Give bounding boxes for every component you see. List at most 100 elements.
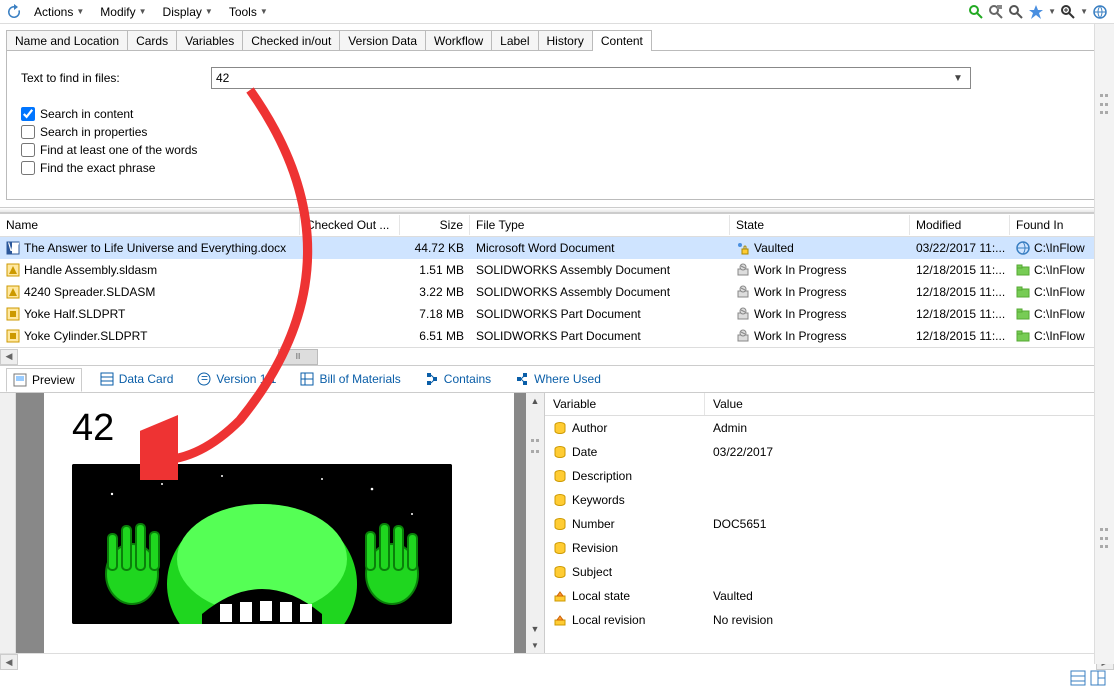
tab-preview[interactable]: Preview: [6, 368, 82, 392]
properties-panel: Variable Value AuthorAdminDate03/22/2017…: [545, 393, 1114, 653]
search-input[interactable]: [211, 67, 971, 89]
menu-modify[interactable]: Modify▼: [94, 3, 152, 21]
menu-display[interactable]: Display▼: [157, 3, 219, 21]
right-gutter[interactable]: [1094, 24, 1114, 664]
tab-contains[interactable]: Contains: [419, 368, 497, 390]
search-tab-workflow[interactable]: Workflow: [425, 30, 492, 51]
scroll-left-icon[interactable]: ◀: [0, 349, 18, 365]
col-filetype[interactable]: File Type: [470, 215, 730, 235]
col-size[interactable]: Size: [400, 215, 470, 235]
view-list-icon[interactable]: [1070, 670, 1086, 686]
property-row[interactable]: Date03/22/2017: [545, 440, 1114, 464]
chevron-down-icon: ▼: [205, 7, 213, 16]
property-row[interactable]: NumberDOC5651: [545, 512, 1114, 536]
chevron-down-icon: ▼: [1048, 7, 1056, 16]
scroll-down-icon[interactable]: ▼: [527, 621, 543, 637]
scroll-up-icon[interactable]: ▲: [527, 393, 543, 409]
search-gray-icon[interactable]: [1008, 4, 1024, 20]
tab-version[interactable]: =Version 1/1: [191, 368, 282, 390]
col-state[interactable]: State: [730, 215, 910, 235]
grid-header: Name Checked Out ... Size File Type Stat…: [0, 213, 1114, 237]
grip-icon[interactable]: [1100, 94, 1110, 118]
document-big-text: 42: [72, 407, 486, 450]
globe-refresh-icon[interactable]: [1092, 4, 1108, 20]
toolbar-right: ▼ ▼: [968, 4, 1108, 20]
search-tab-checked-in-out[interactable]: Checked in/out: [242, 30, 340, 51]
search-green-icon[interactable]: [968, 4, 984, 20]
col-name[interactable]: Name: [0, 215, 300, 235]
preview-vertical-scrollbar[interactable]: ▲ ▼ ▼: [526, 393, 544, 653]
search-tab-label[interactable]: Label: [491, 30, 538, 51]
horizontal-scrollbar[interactable]: ◀ Ⅲ ▶: [0, 347, 1114, 365]
checkbox-one-word[interactable]: [21, 143, 35, 157]
document-page: 42: [44, 393, 514, 653]
scrollbar-thumb[interactable]: Ⅲ: [278, 349, 318, 365]
preview-area: 42: [0, 393, 1114, 653]
version-icon: =: [197, 372, 211, 386]
property-row[interactable]: Subject: [545, 560, 1114, 584]
menubar: Actions▼ Modify▼ Display▼ Tools▼ ▼ ▼: [0, 0, 1114, 24]
checkbox-search-properties[interactable]: [21, 125, 35, 139]
props-header: Variable Value: [545, 393, 1114, 416]
tab-bom[interactable]: Bill of Materials: [294, 368, 406, 390]
ruler-vertical: [0, 393, 16, 653]
property-row[interactable]: Local stateVaulted: [545, 584, 1114, 608]
whereused-icon: [515, 372, 529, 386]
search-tab-name-and-location[interactable]: Name and Location: [6, 30, 128, 51]
property-row[interactable]: Keywords: [545, 488, 1114, 512]
document-canvas[interactable]: 42: [16, 393, 526, 653]
props-col-variable[interactable]: Variable: [545, 393, 705, 415]
property-row[interactable]: Local revisionNo revision: [545, 608, 1114, 632]
checkbox-search-content[interactable]: [21, 107, 35, 121]
chevron-down-icon: ▼: [1080, 7, 1088, 16]
col-foundin[interactable]: Found In: [1010, 215, 1100, 235]
scroll-down-double-icon[interactable]: ▼: [527, 637, 543, 653]
col-checkedout[interactable]: Checked Out ...: [300, 215, 400, 235]
props-col-value[interactable]: Value: [705, 393, 1114, 415]
table-row[interactable]: 4240 Spreader.SLDASM3.22 MBSOLIDWORKS As…: [0, 281, 1114, 303]
search-panel: Text to find in files: ▼ Search in conte…: [6, 50, 1108, 200]
menu-tools[interactable]: Tools▼: [223, 3, 274, 21]
table-row[interactable]: Handle Assembly.sldasm1.51 MBSOLIDWORKS …: [0, 259, 1114, 281]
search-tab-bar: Name and LocationCardsVariablesChecked i…: [6, 30, 1114, 51]
menu-actions[interactable]: Actions▼: [28, 3, 90, 21]
favorite-icon[interactable]: [1028, 4, 1044, 20]
search-tab-history[interactable]: History: [538, 30, 593, 51]
table-row[interactable]: WThe Answer to Life Universe and Everyth…: [0, 237, 1114, 259]
search-label: Text to find in files:: [21, 71, 211, 85]
property-row[interactable]: Revision: [545, 536, 1114, 560]
search-tab-cards[interactable]: Cards: [127, 30, 177, 51]
label-search-content: Search in content: [40, 107, 133, 121]
search-lock-icon[interactable]: [988, 4, 1004, 20]
footer-scrollbar[interactable]: ◀ ▶: [0, 653, 1114, 671]
svg-text:=: =: [201, 372, 208, 385]
tab-whereused[interactable]: Where Used: [509, 368, 607, 390]
property-row[interactable]: Description: [545, 464, 1114, 488]
search-tab-variables[interactable]: Variables: [176, 30, 243, 51]
grip-icon[interactable]: [1100, 528, 1110, 552]
label-one-word: Find at least one of the words: [40, 143, 197, 157]
checkbox-exact[interactable]: [21, 161, 35, 175]
grid-body: WThe Answer to Life Universe and Everyth…: [0, 237, 1114, 347]
preview-panel: 42: [0, 393, 545, 653]
tab-datacard[interactable]: Data Card: [94, 368, 180, 390]
zoom-icon[interactable]: [1060, 4, 1076, 20]
refresh-icon[interactable]: [6, 4, 22, 20]
search-tab-version-data[interactable]: Version Data: [339, 30, 426, 51]
chevron-down-icon: ▼: [76, 7, 84, 16]
bom-icon: [300, 372, 314, 386]
svg-text:W: W: [8, 241, 20, 254]
lower-tab-bar: Preview Data Card =Version 1/1 Bill of M…: [0, 365, 1114, 393]
view-split-icon[interactable]: [1090, 670, 1106, 686]
scroll-left-icon[interactable]: ◀: [0, 654, 18, 670]
col-modified[interactable]: Modified: [910, 215, 1010, 235]
property-row[interactable]: AuthorAdmin: [545, 416, 1114, 440]
search-tab-content[interactable]: Content: [592, 30, 652, 51]
label-search-properties: Search in properties: [40, 125, 147, 139]
view-mode-buttons: [1070, 670, 1106, 686]
table-row[interactable]: Yoke Half.SLDPRT7.18 MBSOLIDWORKS Part D…: [0, 303, 1114, 325]
table-row[interactable]: Yoke Cylinder.SLDPRT6.51 MBSOLIDWORKS Pa…: [0, 325, 1114, 347]
preview-icon: [13, 373, 27, 387]
datacard-icon: [100, 372, 114, 386]
label-exact: Find the exact phrase: [40, 161, 155, 175]
